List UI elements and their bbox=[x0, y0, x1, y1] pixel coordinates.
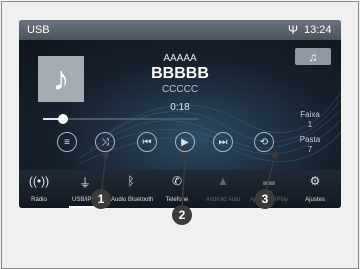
callout-1: 1 bbox=[91, 189, 111, 209]
callout-leaders bbox=[100, 151, 279, 212]
callout-3: 3 bbox=[255, 189, 275, 209]
callout-2: 2 bbox=[172, 205, 192, 225]
